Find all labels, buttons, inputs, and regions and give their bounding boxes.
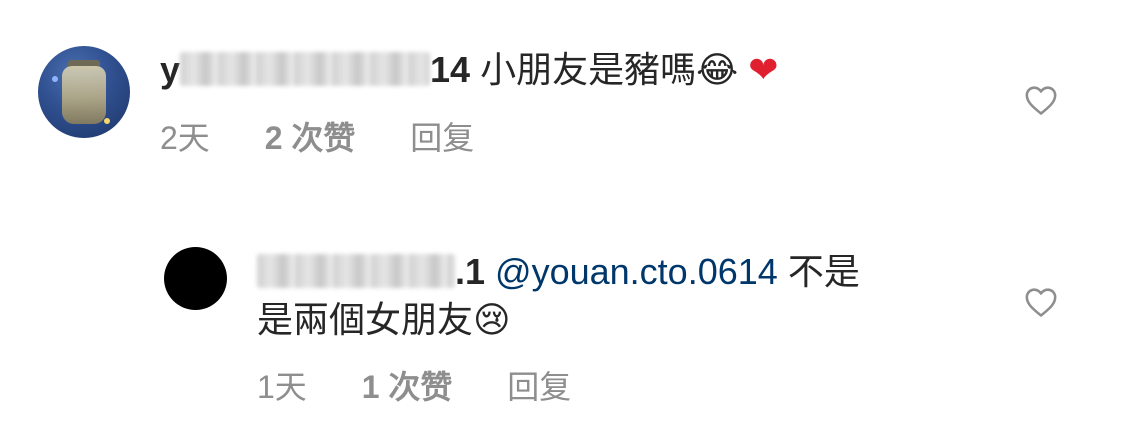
heart-outline-icon[interactable]	[1024, 286, 1058, 318]
comment-1-body: y 14 小朋友是豬嗎😂 ❤	[160, 48, 778, 93]
avatar[interactable]	[164, 247, 227, 310]
sparkle-dot	[52, 76, 58, 82]
comment-2-body-line-1: .1 @youan.cto.0614 不是	[257, 250, 860, 294]
username-suffix: 14	[430, 49, 471, 90]
avatar[interactable]	[38, 46, 130, 138]
mention-link[interactable]: @youan.cto.0614	[495, 251, 778, 292]
timestamp: 2天	[160, 120, 210, 156]
likes-count[interactable]: 1 次赞	[362, 367, 453, 407]
username-suffix: .1	[455, 251, 486, 292]
comment-2-meta: 1天 1 次赞 回复	[257, 367, 617, 407]
crying-face-emoji: 😢	[473, 300, 511, 341]
heart-outline-icon[interactable]	[1024, 84, 1058, 116]
username[interactable]: y 14	[160, 48, 470, 92]
comment-text: 小朋友是豬嗎	[480, 49, 697, 90]
likes-count[interactable]: 2 次赞	[265, 118, 356, 158]
comment-text-line-1: 不是	[787, 251, 860, 292]
red-heart-emoji: ❤	[748, 50, 779, 91]
comment-1-meta: 2天 2 次赞 回复	[160, 118, 520, 158]
username-blur-mask	[257, 254, 455, 288]
jar-graphic	[62, 66, 106, 124]
username-visible-part: y	[160, 49, 181, 90]
laughing-tears-emoji: 😂	[696, 50, 739, 91]
username-blur-mask	[180, 52, 431, 86]
username[interactable]: .1	[257, 250, 485, 294]
timestamp: 1天	[257, 369, 307, 405]
reply-button[interactable]: 回复	[507, 367, 571, 407]
comment-text-line-2: 是兩個女朋友	[257, 299, 474, 340]
sparkle-dot	[104, 118, 110, 124]
comment-2-body-line-2: 是兩個女朋友😢	[257, 298, 511, 343]
reply-button[interactable]: 回复	[410, 118, 474, 158]
